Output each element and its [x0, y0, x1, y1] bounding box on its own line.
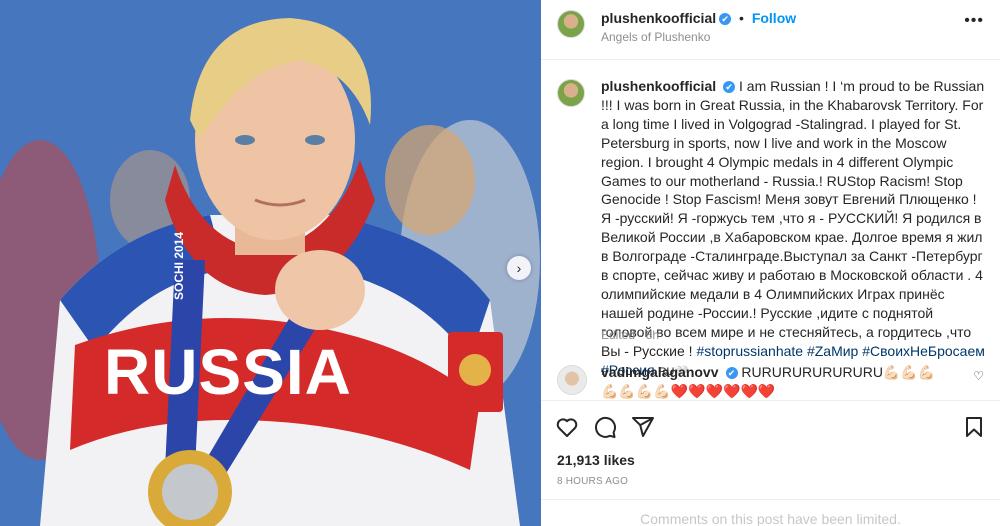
chevron-right-icon: › [516, 260, 522, 276]
follow-button[interactable]: Follow [752, 10, 796, 26]
verified-badge-icon: ✔ [719, 13, 732, 25]
commenter-username[interactable]: vadimgalaganovv [601, 364, 719, 380]
comment-like-heart-icon[interactable]: ♡ [973, 369, 984, 383]
caption-username[interactable]: plushenkoofficial [601, 78, 716, 94]
comment-item: vadimgalaganovv ✔ RURURURURURURU💪🏻💪🏻💪🏻💪🏻💪… [601, 363, 941, 400]
post-location[interactable]: Angels of Plushenko [601, 30, 710, 44]
verified-badge-icon: ✔ [725, 367, 738, 379]
post-side-panel: plushenkoofficial ✔ • Follow Angels of Pl… [541, 0, 1000, 526]
caption-text: I am Russian ! I ‘m proud to be Russian … [601, 78, 985, 359]
author-line: plushenkoofficial ✔ • Follow [601, 10, 796, 26]
author-username[interactable]: plushenkoofficial [601, 10, 716, 26]
comments-limited-notice: Comments on this post have been limited. [541, 499, 1000, 526]
more-horizontal-icon[interactable]: ••• [964, 12, 984, 30]
commenter-avatar[interactable] [557, 365, 587, 395]
post-time-ago[interactable]: 8 HOURS AGO [557, 476, 628, 487]
share-icon[interactable] [631, 415, 655, 439]
post-photo[interactable]: RUSSIA SOCHI 2014 › [0, 0, 541, 526]
edited-timestamp: Edited · 8h [601, 328, 660, 342]
lanyard-text: SOCHI 2014 [172, 231, 186, 300]
athlete-photo-illustration [0, 0, 541, 526]
comment-icon[interactable] [593, 415, 617, 439]
heart-icon[interactable] [555, 415, 579, 439]
post-header: plushenkoofficial ✔ • Follow Angels of Pl… [541, 0, 1000, 60]
separator-dot: • [739, 10, 744, 26]
caption-author-avatar[interactable] [557, 79, 585, 107]
likes-count[interactable]: 21,913 likes [557, 452, 635, 468]
bookmark-icon[interactable] [962, 415, 986, 439]
comments-area[interactable]: plushenkoofficial ✔ I am Russian ! I ‘m p… [541, 60, 1000, 400]
verified-badge-icon: ✔ [723, 81, 736, 93]
carousel-next-button[interactable]: › [507, 256, 531, 280]
jersey-text: RUSSIA [104, 336, 352, 408]
author-avatar[interactable] [557, 10, 585, 38]
action-bar [541, 400, 1000, 450]
